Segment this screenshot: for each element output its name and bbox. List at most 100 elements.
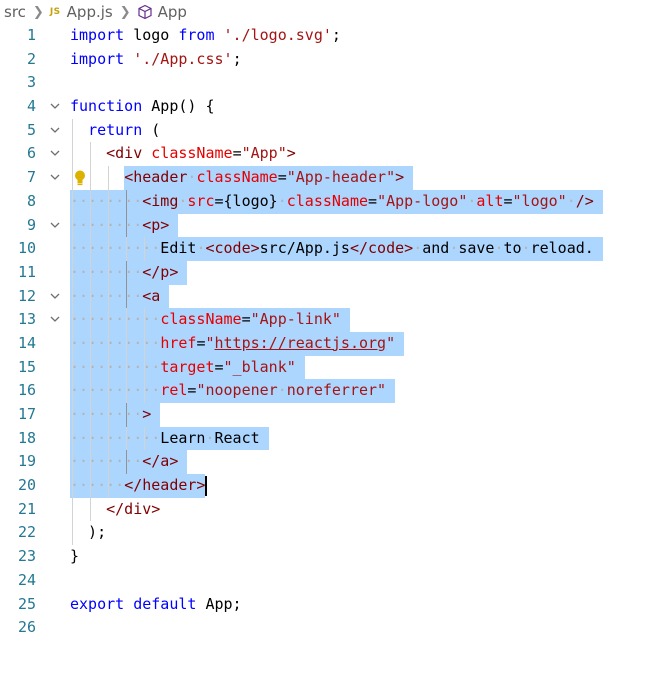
code-line[interactable]: 21 </div> — [0, 497, 671, 522]
code-line[interactable]: · · · · · · · · 9 <p> — [0, 213, 671, 238]
code-line[interactable]: 3 — [0, 71, 671, 95]
code-token: export — [70, 594, 125, 613]
code-text: <div className="App"> — [70, 142, 296, 166]
code-token: = — [368, 191, 378, 210]
line-number: 13 — [17, 310, 36, 329]
code-token: "noopener noreferrer" — [196, 381, 387, 400]
chevron-right-icon: ❯ — [32, 4, 44, 20]
code-token: target — [160, 357, 215, 376]
code-line[interactable]: · · · · · · · · · · · 16 rel="noopener noreferrer" — [0, 379, 671, 403]
code-token: ( — [142, 120, 161, 139]
code-text: } — [70, 545, 79, 569]
code-token: <a — [142, 286, 161, 305]
code-text: </header> — [70, 474, 205, 498]
code-token: function — [70, 97, 143, 116]
fold-chevron-icon[interactable] — [48, 119, 62, 143]
code-token: className — [196, 168, 278, 187]
code-token: " — [205, 333, 215, 352]
code-token: className — [160, 310, 242, 329]
code-line[interactable]: 5 return ( — [0, 118, 671, 143]
code-token: </code> — [349, 239, 414, 258]
code-text: </div> — [70, 498, 160, 522]
code-text: </a> — [70, 450, 178, 474]
breadcrumb-folder[interactable]: src — [4, 3, 26, 21]
code-line[interactable]: · · · · · · · · · · 13 className="App-link" — [0, 308, 671, 332]
line-number: 15 — [17, 357, 36, 376]
code-text: </p> — [70, 261, 178, 285]
code-text: function App() { — [70, 95, 215, 119]
code-line[interactable]: 26 — [0, 616, 671, 640]
fold-chevron-icon[interactable] — [48, 142, 62, 166]
code-text: <p> — [70, 214, 169, 238]
code-token: = — [241, 310, 251, 329]
line-number: 5 — [26, 120, 36, 139]
code-token: = — [232, 144, 242, 163]
code-token: ; — [232, 49, 242, 68]
javascript-file-icon: JS — [49, 7, 61, 17]
breadcrumb-symbol[interactable]: App — [137, 3, 187, 21]
code-token: Edit — [70, 239, 206, 258]
code-token: Learn React — [70, 428, 260, 447]
code-token: src — [187, 191, 215, 210]
line-number: 6 — [26, 144, 36, 163]
code-token: ; — [331, 26, 341, 44]
fold-chevron-icon[interactable] — [48, 95, 62, 119]
fold-chevron-icon[interactable] — [48, 214, 62, 238]
code-token: src/App.js — [259, 239, 350, 258]
code-line[interactable]: 6 <div className="App"> — [0, 142, 671, 167]
code-line[interactable]: 24 — [0, 569, 671, 593]
code-token: <img — [142, 191, 179, 210]
code-line[interactable]: · · · · · · · · · · · · · · · 10 Edit <code>src/App.js<… — [0, 237, 671, 261]
code-token: > — [395, 168, 405, 187]
code-line[interactable]: · · · · · · · · 12 <a — [0, 284, 671, 309]
line-number: 26 — [17, 618, 36, 637]
code-line[interactable]: 23} — [0, 545, 671, 569]
cube-icon — [138, 4, 152, 20]
code-token: /> — [575, 191, 594, 210]
fold-chevron-icon[interactable] — [48, 308, 62, 332]
code-line[interactable]: 1 import logo from './logo.svg'; — [0, 24, 671, 48]
code-text: <a — [70, 285, 160, 309]
breadcrumb-file[interactable]: JS App.js — [50, 3, 113, 21]
code-text: import './App.css'; — [70, 48, 242, 72]
code-token: App() { — [142, 97, 215, 116]
code-token: from — [178, 26, 215, 44]
code-token: <p> — [142, 215, 170, 234]
breadcrumb: src ❯ JS App.js ❯ App — [4, 0, 187, 24]
code-line[interactable]: 4 function App() { — [0, 95, 671, 119]
code-line[interactable]: · · · · · · · · 19 </a> — [0, 450, 671, 475]
code-line[interactable]: · · · · · · · · · · 15 target="_blank" — [0, 355, 671, 380]
code-line[interactable]: · 7 <header className="App-header"> — [0, 166, 671, 190]
code-line[interactable]: 25 export default App; — [0, 593, 671, 617]
code-line[interactable]: · · · · · · · · 17 > — [0, 403, 671, 427]
code-token: "_blank" — [223, 357, 296, 376]
code-line[interactable]: 2 import './App.css'; — [0, 48, 671, 72]
line-number: 23 — [17, 547, 36, 566]
code-line[interactable]: · · · · · · · · 11 </p> — [0, 260, 671, 285]
line-number: 7 — [26, 168, 36, 187]
code-token: import — [70, 26, 125, 44]
code-token: = — [214, 357, 224, 376]
code-token: = — [277, 168, 287, 187]
code-editor[interactable]: 1 import logo from './logo.svg'; 2 import '… — [0, 24, 671, 640]
code-token: > — [286, 144, 296, 163]
code-line[interactable]: · · · · · · · · · · 14 href="https://reactjs.org" — [0, 331, 671, 356]
code-line[interactable]: · · · · · · · · · · · 18 Learn React — [0, 426, 671, 451]
code-line[interactable]: · · · · · · 20 </header> — [0, 474, 671, 498]
code-text: <header className="App-header"> — [70, 166, 404, 190]
fold-chevron-icon[interactable] — [48, 166, 62, 190]
code-line[interactable]: 22 ); — [0, 521, 671, 546]
code-token: className — [286, 191, 369, 210]
code-token: <header — [124, 168, 188, 187]
code-line[interactable]: · · · · · · · · · · · · 8 <img src={logo} className=… — [0, 189, 671, 214]
fold-chevron-icon[interactable] — [48, 285, 62, 309]
